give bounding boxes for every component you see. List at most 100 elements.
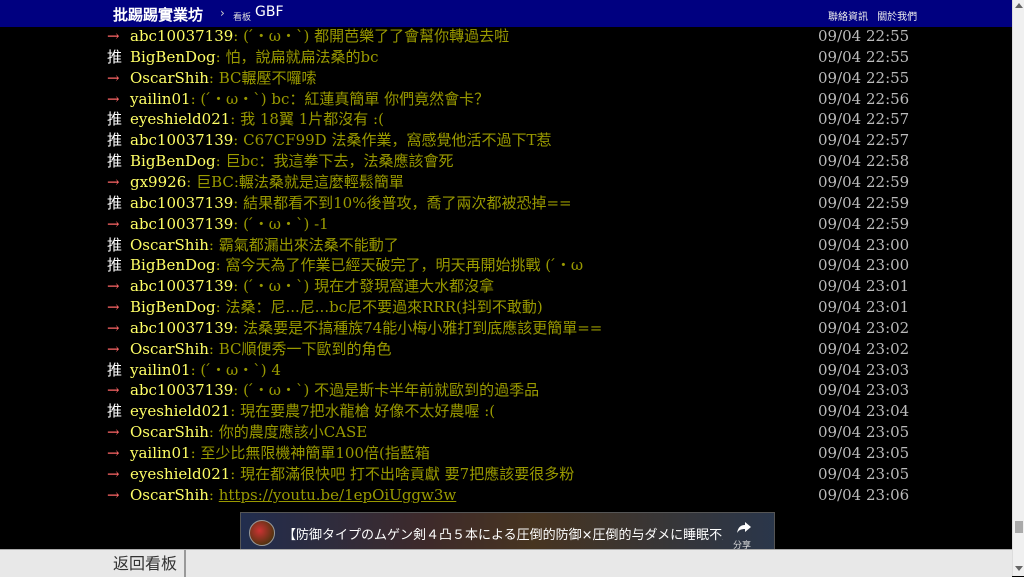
comment-time: 09/04 22:59 (818, 214, 910, 233)
comment-row: 推 OscarShih: 霸氣都漏出來法桑不能動了 09/04 23:00 (0, 235, 1012, 255)
board-name-link[interactable]: GBF (255, 4, 284, 20)
video-title[interactable]: 【防御タイプのムゲン剣４凸５本による圧倒的防御×圧倒的与ダメに睡眠不足で... (283, 524, 723, 543)
comment-text: : 現在要農7把水龍槍 好像不太好農喔 :( (230, 402, 496, 421)
scroll-up-arrow-icon[interactable] (1015, 3, 1023, 8)
comment-content: : C67CF99D 法桑作業，窩感覺他活不過下T惹 (233, 131, 551, 149)
arrow-tag: → (107, 27, 120, 45)
comment-time: 09/04 23:01 (818, 277, 910, 296)
comment-time: 09/04 22:55 (818, 68, 910, 87)
comment-text: : 窩今天為了作業已經天破完了，明天再開始挑戰 ( ́・ω (215, 256, 584, 275)
comment-content: : 巨BC:輾法桑就是這麼輕鬆簡單 (186, 173, 404, 191)
comment-text: : 法桑：尼...尼...bc尼不要過來RRR(抖到不敢動) (215, 298, 543, 317)
comment-time: 09/04 23:01 (818, 298, 910, 317)
comment-row: → OscarShih: https://youtu.be/1epOiUggw3w… (0, 485, 1012, 505)
comment-user: abc10037139: ( ́・ω・`) -1 (130, 214, 329, 234)
comment-username: OscarShih (130, 423, 209, 442)
share-arrow-icon[interactable] (736, 519, 752, 535)
scroll-thumb[interactable] (1015, 521, 1023, 533)
arrow-tag: → (107, 339, 120, 358)
comment-time: 09/04 23:02 (818, 318, 910, 337)
comment-text: : 我 18翼 1片都沒有 :( (230, 110, 384, 129)
comment-text: : ( ́・ω・`) bc：紅蓮真簡單 你們竟然會卡？ (190, 89, 490, 108)
comment-link[interactable]: https://youtu.be/1epOiUggw3w (219, 486, 457, 504)
comment-row: → eyeshield021: 現在都滿很快吧 打不出啥貢獻 要7把應該要很多粉 0… (0, 464, 1012, 484)
comment-time: 09/04 23:05 (818, 423, 910, 442)
comment-user: OscarShih: 霸氣都漏出來法桑不能動了 (130, 235, 399, 255)
comment-text: : BC輾壓不囉嗦 (208, 68, 317, 87)
scroll-down-arrow-icon[interactable] (1015, 566, 1023, 571)
bottom-bar: 返回看板 (0, 549, 1012, 577)
comment-username: OscarShih (130, 339, 209, 358)
comment-time: 09/04 23:06 (818, 485, 910, 504)
comment-content: : ( ́・ω・`) 都開芭樂了了會幫你轉過去啦 (233, 27, 509, 45)
arrow-tag: → (107, 485, 120, 504)
comment-text: : 現在都滿很快吧 打不出啥貢獻 要7把應該要很多粉 (230, 464, 575, 483)
comment-user: BigBenDog: 法桑：尼...尼...bc尼不要過來RRR(抖到不敢動) (130, 297, 543, 317)
top-bar: 批踢踢實業坊 › 看板 GBF 聯絡資訊 關於我們 (0, 0, 1012, 27)
comment-username: abc10037139 (130, 131, 234, 150)
comment-username: eyeshield021 (130, 110, 231, 129)
comment-row: → abc10037139: 法桑要是不搞種族74能小梅小雅打到底應該更簡單== 0… (0, 318, 1012, 338)
comment-content: : ( ́・ω・`) -1 (233, 215, 328, 233)
comment-username: abc10037139 (130, 27, 234, 45)
comment-time: 09/04 22:58 (818, 152, 910, 171)
comment-content: : 怕，說扁就扁法桑的bc (216, 48, 379, 66)
comment-text: : 巨bc：我這拳下去，法桑應該會死 (215, 152, 454, 171)
comment-user: eyeshield021: 現在都滿很快吧 打不出啥貢獻 要7把應該要很多粉 (130, 464, 574, 484)
comment-content: : BC順便秀一下歐到的角色 (209, 340, 392, 358)
push-tag: 推 (107, 152, 123, 171)
comment-text: : 結果都看不到10%後普攻，喬了兩次都被恐掉== (233, 193, 572, 212)
comment-row: 推 BigBenDog: 窩今天為了作業已經天破完了，明天再開始挑戰 ( ́・ω 0… (0, 255, 1012, 275)
comment-username: eyeshield021 (130, 402, 231, 421)
comment-row: → OscarShih: BC輾壓不囉嗦 09/04 22:55 (0, 68, 1012, 88)
push-tag: 推 (107, 131, 123, 150)
comment-row: → abc10037139: ( ́・ω・`) 都開芭樂了了會幫你轉過去啦 09/0… (0, 26, 1012, 46)
back-to-board-button[interactable]: 返回看板 (0, 550, 186, 577)
comment-text: : 法桑要是不搞種族74能小梅小雅打到底應該更簡單== (233, 318, 603, 337)
comment-time: 09/04 22:57 (818, 110, 910, 129)
comment-time: 09/04 22:59 (818, 172, 910, 191)
push-tag: 推 (107, 402, 123, 421)
comment-text: : ( ́・ω・`) -1 (233, 214, 329, 233)
scrollbar[interactable] (1012, 0, 1024, 576)
comment-username: BigBenDog (130, 298, 216, 317)
comment-text: : BC順便秀一下歐到的角色 (208, 339, 392, 358)
comment-row: 推 BigBenDog: 怕，說扁就扁法桑的bc 09/04 22:55 (0, 47, 1012, 67)
push-tag: 推 (107, 193, 123, 212)
comment-text: : 怕，說扁就扁法桑的bc (215, 47, 379, 66)
comment-row: 推 abc10037139: C67CF99D 法桑作業，窩感覺他活不過下T惹 09… (0, 130, 1012, 150)
arrow-tag: → (107, 277, 120, 296)
comment-username: abc10037139 (130, 214, 234, 233)
comment-content: : 結果都看不到10%後普攻，喬了兩次都被恐掉== (233, 194, 571, 212)
about-link[interactable]: 關於我們 (877, 12, 917, 23)
arrow-tag: → (107, 318, 120, 337)
youtube-embed[interactable]: 【防御タイプのムゲン剣４凸５本による圧倒的防御×圧倒的与ダメに睡眠不足で... … (240, 512, 775, 551)
comment-content: : https://youtu.be/1epOiUggw3w (209, 486, 456, 504)
comment-row: → gx9926: 巨BC:輾法桑就是這麼輕鬆簡單 09/04 22:59 (0, 172, 1012, 192)
comment-username: abc10037139 (130, 193, 234, 212)
arrow-tag: → (107, 381, 120, 400)
comment-time: 09/04 22:59 (818, 193, 910, 212)
arrow-tag: → (107, 89, 120, 108)
comment-username: OscarShih (130, 235, 209, 254)
comment-user: abc10037139: C67CF99D 法桑作業，窩感覺他活不過下T惹 (130, 130, 551, 150)
comment-user: eyeshield021: 我 18翼 1片都沒有 :( (130, 109, 384, 129)
contact-link[interactable]: 聯絡資訊 (828, 12, 868, 23)
comment-text: : (208, 485, 219, 504)
comment-user: abc10037139: ( ́・ω・`) 現在才發現窩連大水都沒拿 (130, 276, 494, 296)
comment-content: : ( ́・ω・`) 現在才發現窩連大水都沒拿 (233, 277, 494, 295)
comment-time: 09/04 23:00 (818, 235, 910, 254)
comment-content: : 你的農度應該小CASE (209, 423, 367, 441)
comment-time: 09/04 23:03 (818, 360, 910, 379)
comment-user: OscarShih: 你的農度應該小CASE (130, 422, 367, 442)
comment-text: : C67CF99D 法桑作業，窩感覺他活不過下T惹 (233, 131, 552, 150)
channel-avatar[interactable] (249, 520, 275, 546)
comment-username: OscarShih (130, 485, 209, 504)
comment-time: 09/04 22:56 (818, 89, 910, 108)
comment-user: abc10037139: 結果都看不到10%後普攻，喬了兩次都被恐掉== (130, 193, 572, 213)
comment-username: yailin01 (130, 444, 191, 462)
comment-content: : 我 18翼 1片都沒有 :( (230, 110, 384, 128)
site-title-link[interactable]: 批踢踢實業坊 (113, 4, 203, 25)
push-tag: 推 (107, 256, 123, 275)
comment-row: 推 eyeshield021: 我 18翼 1片都沒有 :(09/04 22:57 (0, 109, 1012, 129)
